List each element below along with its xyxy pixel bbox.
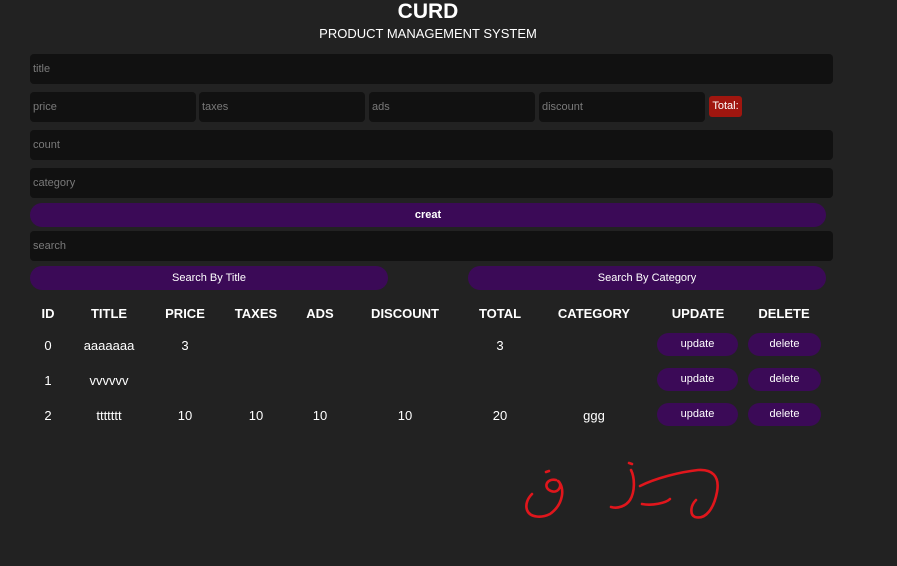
discount-input[interactable] — [539, 92, 705, 122]
app-subtitle: PRODUCT MANAGEMENT SYSTEM — [319, 26, 537, 41]
header-price: PRICE — [165, 306, 205, 321]
cell-id: 2 — [44, 408, 52, 423]
search-by-category-button[interactable]: Search By Category — [468, 266, 826, 290]
header-taxes: TAXES — [234, 306, 278, 321]
update-button[interactable]: update — [657, 368, 738, 391]
search-input[interactable] — [30, 231, 833, 261]
delete-button[interactable]: delete — [748, 368, 821, 391]
cell-title: vvvvvv — [89, 373, 129, 388]
header-title: TITLE — [90, 306, 128, 321]
taxes-input[interactable] — [199, 92, 365, 122]
cell-id: 1 — [44, 373, 52, 388]
category-input[interactable] — [30, 168, 833, 198]
title-input[interactable] — [30, 54, 833, 84]
page: CURD PRODUCT MANAGEMENT SYSTEM Total: cr… — [0, 0, 897, 566]
ads-input[interactable] — [369, 92, 535, 122]
cell-taxes: 10 — [248, 408, 264, 423]
header-total: TOTAL — [478, 306, 522, 321]
cell-total: 3 — [496, 338, 504, 353]
cell-category: ggg — [583, 408, 605, 423]
cell-ads: 10 — [312, 408, 328, 423]
header-id: ID — [41, 306, 55, 321]
cell-title: aaaaaaa — [83, 338, 135, 353]
cell-price: 3 — [181, 338, 189, 353]
handwritten-annotation — [525, 461, 719, 519]
header-delete: DELETE — [758, 306, 810, 321]
cell-price: 10 — [177, 408, 193, 423]
app-title: CURD — [397, 0, 459, 23]
cell-id: 0 — [44, 338, 52, 353]
delete-button[interactable]: delete — [748, 333, 821, 356]
update-button[interactable]: update — [657, 333, 738, 356]
cell-title: ttttttt — [96, 408, 122, 423]
header-category: CATEGORY — [557, 306, 631, 321]
count-input[interactable] — [30, 130, 833, 160]
header-discount: DISCOUNT — [371, 306, 439, 321]
header-update: UPDATE — [671, 306, 725, 321]
price-input[interactable] — [30, 92, 196, 122]
create-button[interactable]: creat — [30, 203, 826, 227]
search-by-title-button[interactable]: Search By Title — [30, 266, 388, 290]
update-button[interactable]: update — [657, 403, 738, 426]
delete-button[interactable]: delete — [748, 403, 821, 426]
cell-total: 20 — [492, 408, 508, 423]
cell-discount: 10 — [397, 408, 413, 423]
total-badge: Total: — [709, 96, 742, 117]
header-ads: ADS — [306, 306, 334, 321]
